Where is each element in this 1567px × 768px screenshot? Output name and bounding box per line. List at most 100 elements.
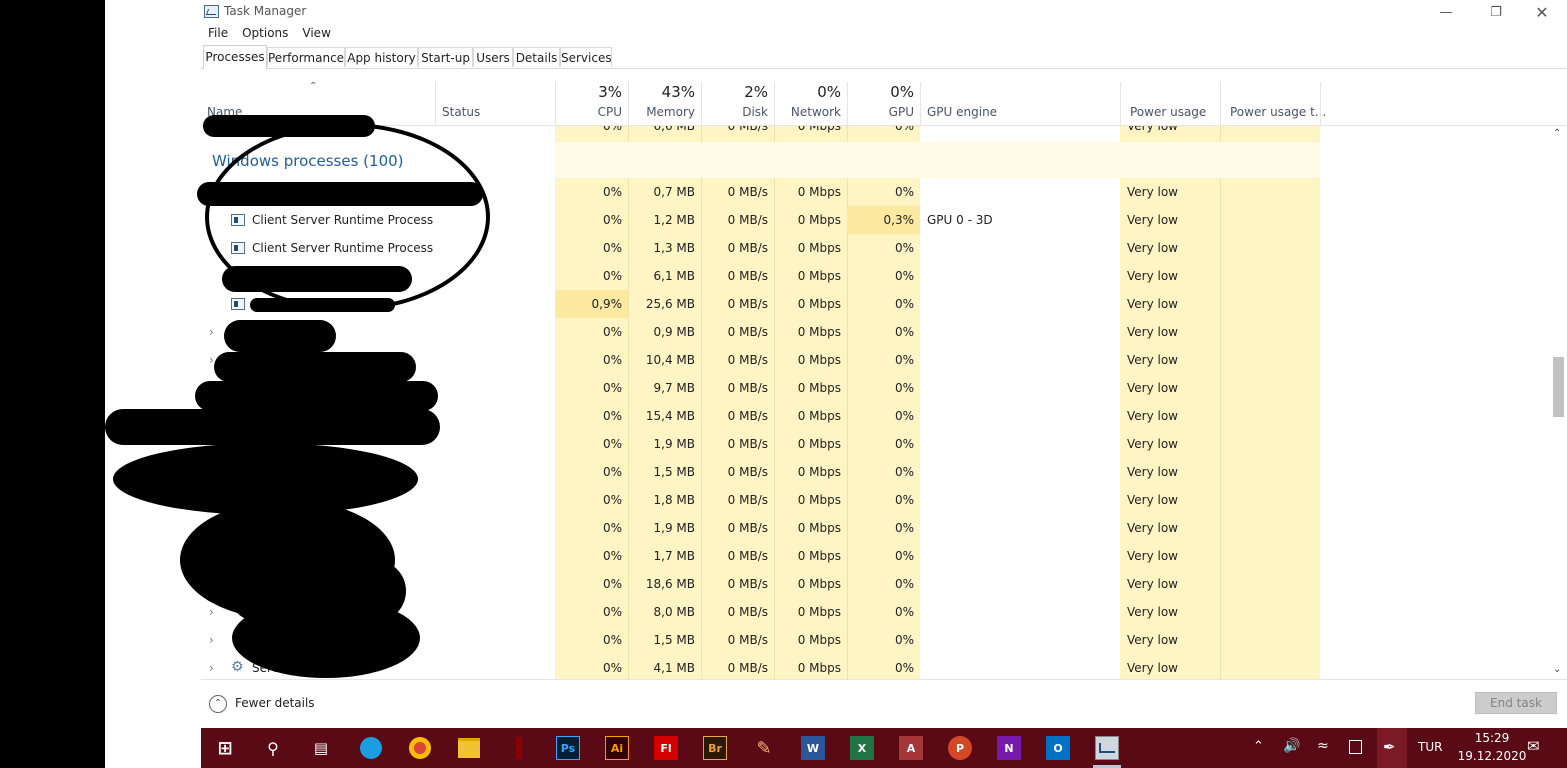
expand-chevron-icon[interactable]: ›: [209, 654, 214, 679]
memory-cell: 0,9 MB: [653, 325, 695, 339]
memory-cell: 1,2 MB: [653, 213, 695, 227]
chrome-icon: [409, 737, 431, 759]
gpu-cell: 0%: [894, 577, 914, 591]
task-manager-taskbar-button[interactable]: [1095, 736, 1119, 760]
menu-file[interactable]: File: [201, 24, 235, 44]
photoshop-taskbar-button[interactable]: Ps: [556, 736, 580, 760]
disk-cell: 0 MB/s: [727, 633, 768, 647]
tab-services[interactable]: Services: [560, 47, 612, 67]
gpu-cell: 0%: [894, 661, 914, 675]
minimize-icon: —: [1439, 4, 1453, 20]
header-power-usage-trend[interactable]: Power usage t...: [1230, 105, 1326, 119]
end-task-button[interactable]: End task: [1475, 692, 1557, 714]
volume-icon[interactable]: 🔊: [1283, 738, 1300, 754]
header-power-usage[interactable]: Power usage: [1130, 105, 1206, 119]
excel-taskbar-button[interactable]: X: [850, 736, 874, 760]
table-row[interactable]: 0% 18,6 MB 0 MB/s 0 Mbps 0% Very low: [201, 570, 1567, 598]
show-hidden-icons-chevron-icon[interactable]: ⌃: [1253, 739, 1264, 754]
powerpoint-taskbar-button[interactable]: P: [948, 736, 972, 760]
tab-users[interactable]: Users: [473, 47, 513, 67]
tab-app-history[interactable]: App history: [345, 47, 418, 67]
disk-cell: 0 MB/s: [727, 577, 768, 591]
tab-processes[interactable]: Processes: [203, 45, 267, 69]
expand-chevron-icon[interactable]: ›: [209, 346, 214, 374]
action-center-icon[interactable]: ✉: [1527, 737, 1540, 755]
close-icon: ✕: [1535, 2, 1549, 22]
network-cell: 0 Mbps: [797, 381, 841, 395]
onenote-taskbar-button[interactable]: N: [997, 736, 1021, 760]
pen-workspace-icon[interactable]: ✒: [1383, 738, 1396, 756]
memory-cell: 1,7 MB: [653, 549, 695, 563]
scroll-down-icon[interactable]: ⌄: [1553, 664, 1561, 675]
network-cell: 0 Mbps: [797, 325, 841, 339]
cpu-cell: 0%: [602, 381, 622, 395]
table-row[interactable]: › 0% 0,9 MB 0 MB/s 0 Mbps 0% Very low: [201, 318, 1567, 346]
chrome-taskbar-button[interactable]: [408, 736, 432, 760]
clock-date[interactable]: 19.12.2020: [1454, 749, 1530, 763]
disk-cell: 0 MB/s: [727, 126, 768, 133]
left-black-area: [0, 0, 105, 768]
start-button[interactable]: ⊞: [213, 736, 237, 760]
restore-button[interactable]: ❐: [1473, 0, 1519, 24]
scroll-up-icon[interactable]: ⌃: [1553, 128, 1561, 139]
access-taskbar-button[interactable]: A: [899, 736, 923, 760]
language-indicator[interactable]: TUR: [1418, 740, 1442, 754]
disk-cell: 0 MB/s: [727, 437, 768, 451]
power-cell: Very low: [1127, 409, 1178, 423]
app-taskbar-button[interactable]: [507, 736, 531, 760]
memory-cell: 15,4 MB: [645, 409, 695, 423]
word-taskbar-button[interactable]: W: [801, 736, 825, 760]
table-row[interactable]: pport...0%1,9 MB0 MB/s0 Mbps0%Very low: [201, 514, 1567, 542]
window-title: Task Manager: [224, 4, 307, 18]
edge-taskbar-button[interactable]: [359, 736, 383, 760]
power-cell: Very low: [1127, 269, 1178, 283]
network-cell: 0 Mbps: [797, 521, 841, 535]
header-status[interactable]: Status: [442, 105, 480, 119]
network-cell: 0 Mbps: [797, 241, 841, 255]
cpu-cell: 0%: [602, 577, 622, 591]
taskbar: ⊞ ⚲ ▤ Ps Ai Fl Br ✎ W X A P N O ⌃ 🔊 ≈ ✒ …: [201, 728, 1567, 768]
network-wifi-icon[interactable]: ≈: [1317, 738, 1329, 754]
table-row[interactable]: ss ...0%1,7 MB0 MB/s0 Mbps0%Very low: [201, 542, 1567, 570]
file-explorer-taskbar-button[interactable]: [457, 736, 481, 760]
cpu-cell: 0%: [602, 521, 622, 535]
pencil-taskbar-button[interactable]: ✎: [752, 736, 776, 760]
disk-cell: 0 MB/s: [727, 661, 768, 675]
disk-cell: 0 MB/s: [727, 381, 768, 395]
network-label: Network: [790, 105, 841, 119]
header-gpu-engine[interactable]: GPU engine: [927, 105, 997, 119]
cpu-cell: 0%: [602, 269, 622, 283]
expand-chevron-icon[interactable]: ›: [209, 318, 214, 346]
search-icon: ⚲: [267, 738, 279, 758]
illustrator-taskbar-button[interactable]: Ai: [605, 736, 629, 760]
disk-cell: 0 MB/s: [727, 605, 768, 619]
menu-view[interactable]: View: [295, 24, 337, 44]
close-button[interactable]: ✕: [1519, 0, 1565, 24]
memory-cell: 1,5 MB: [653, 465, 695, 479]
outlook-taskbar-button[interactable]: O: [1046, 736, 1070, 760]
task-view-button[interactable]: ▤: [309, 736, 333, 760]
clock-time[interactable]: 15:29: [1472, 731, 1512, 745]
vertical-scrollbar[interactable]: ⌃ ⌄: [1550, 126, 1567, 679]
task-manager-app-icon: [204, 5, 219, 18]
minimize-button[interactable]: —: [1423, 0, 1469, 24]
disk-total: 2%: [744, 83, 768, 101]
search-button[interactable]: ⚲: [261, 736, 285, 760]
menu-options[interactable]: Options: [235, 24, 295, 44]
bridge-taskbar-button[interactable]: Br: [703, 736, 727, 760]
expand-chevron-icon[interactable]: ›: [209, 626, 214, 654]
gpu-cell: 0%: [894, 381, 914, 395]
tab-startup[interactable]: Start-up: [418, 47, 473, 67]
gpu-cell: 0%: [894, 605, 914, 619]
onenote-icon: N: [1004, 741, 1014, 755]
disk-cell: 0 MB/s: [727, 213, 768, 227]
tab-performance[interactable]: Performance: [267, 47, 345, 67]
scroll-thumb[interactable]: [1553, 357, 1564, 417]
tab-details[interactable]: Details: [513, 47, 560, 67]
memory-label: Memory: [646, 105, 695, 119]
title-bar[interactable]: Task Manager — ❐ ✕: [201, 0, 1567, 24]
gpu-cell: 0%: [894, 353, 914, 367]
notification-square-icon[interactable]: [1349, 740, 1362, 754]
flash-taskbar-button[interactable]: Fl: [654, 736, 678, 760]
power-cell: Very low: [1127, 465, 1178, 479]
